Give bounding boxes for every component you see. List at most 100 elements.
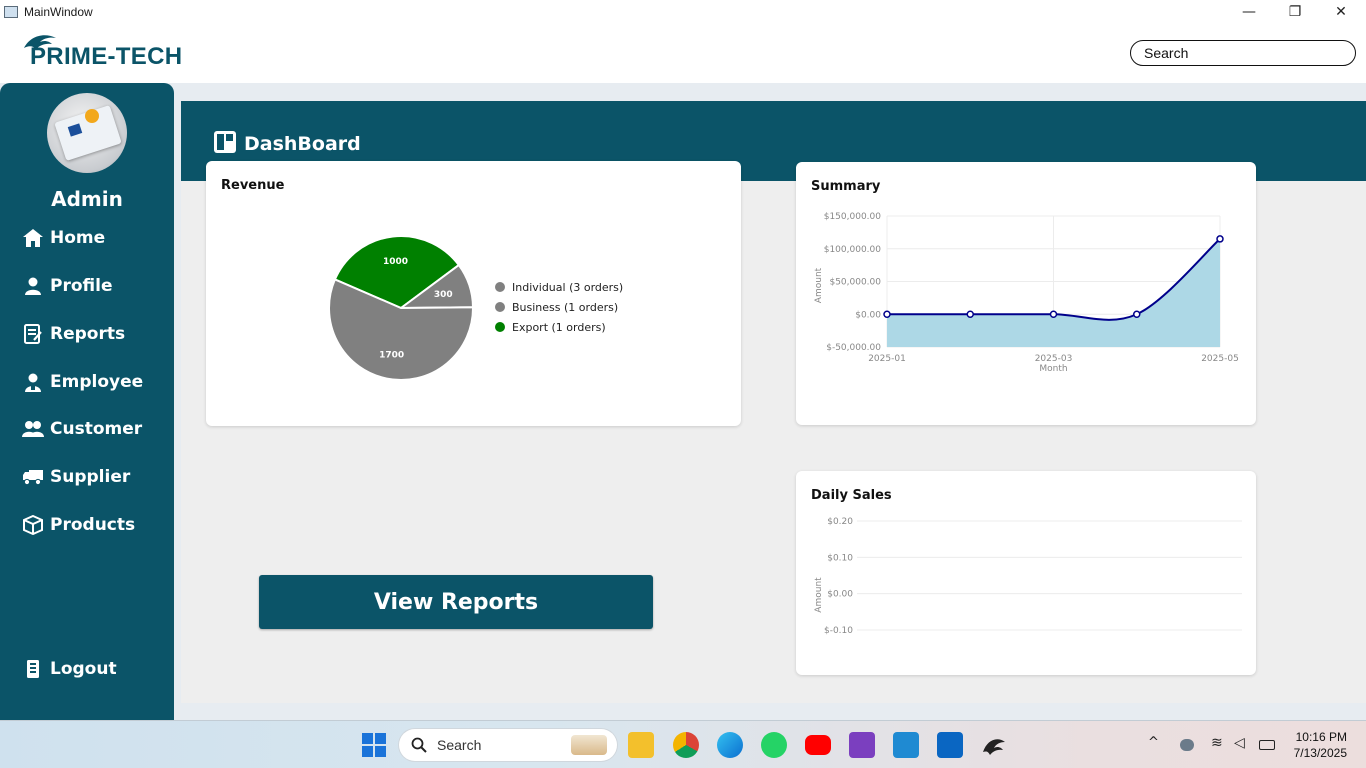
sidebar-item-reports[interactable]: Reports <box>22 319 125 349</box>
sidebar: Admin Home Profile Reports Employee Cust… <box>0 83 174 720</box>
legend-swatch <box>495 302 505 312</box>
start-button[interactable] <box>361 732 387 758</box>
y-tick-label: $0.00 <box>827 590 853 600</box>
sidebar-item-label: Products <box>50 515 136 535</box>
minimize-button[interactable]: — <box>1226 0 1272 23</box>
vscode-icon[interactable] <box>893 732 919 758</box>
pie-data-label: 300 <box>434 290 453 300</box>
tray-chevron-icon[interactable]: ^ <box>1148 735 1159 750</box>
user-name: Admin <box>51 187 123 211</box>
search-input[interactable]: Search <box>1130 40 1356 66</box>
summary-point[interactable] <box>1049 310 1058 318</box>
user-icon <box>22 275 44 297</box>
daily-sales-card: Daily Sales $0.20 $0.10 $0.00 $-0.10 Amount <box>796 471 1256 675</box>
legend-entry: Individual (3 orders) <box>512 281 623 294</box>
sidebar-item-label: Supplier <box>50 467 131 487</box>
y-tick-label: $-0.10 <box>824 626 853 636</box>
daily-sales-chart: $0.20 $0.10 $0.00 $-0.10 Amount <box>814 517 1242 636</box>
x-tick-label: 2025-05 <box>1201 354 1239 364</box>
logout-button[interactable]: Logout <box>22 654 117 684</box>
sidebar-item-label: Reports <box>50 324 126 344</box>
sidebar-item-profile[interactable]: Profile <box>22 271 112 301</box>
search-highlight-image <box>571 735 607 755</box>
battery-icon[interactable] <box>1259 740 1275 750</box>
wifi-icon[interactable]: ≋ <box>1211 735 1223 751</box>
view-reports-button[interactable]: View Reports <box>259 575 653 629</box>
window-title: MainWindow <box>24 4 93 19</box>
y-tick-label: $0.00 <box>855 310 881 320</box>
y-tick-label: $150,000.00 <box>824 212 882 222</box>
taskbar-search[interactable]: Search <box>399 729 617 761</box>
legend-swatch <box>495 322 505 332</box>
truck-icon <box>22 466 44 488</box>
file-explorer-icon[interactable] <box>628 732 654 758</box>
brand-name: PRIME-TECH <box>30 43 183 70</box>
legend-entry: Business (1 orders) <box>512 301 618 314</box>
y-tick-label: $0.20 <box>827 517 853 527</box>
x-tick-label: 2025-01 <box>868 354 906 364</box>
onedrive-icon[interactable] <box>1180 739 1194 751</box>
clock-date: 7/13/2025 <box>1293 746 1347 760</box>
summary-point[interactable] <box>883 310 891 318</box>
pie-data-label: 1000 <box>383 257 408 267</box>
avatar <box>47 93 127 173</box>
legend-swatch <box>495 282 505 292</box>
summary-point[interactable] <box>1216 235 1224 243</box>
window-title-bar: MainWindow — ❐ ✕ <box>0 0 1366 23</box>
taskbar-search-label: Search <box>437 737 482 753</box>
summary-line-chart: $150,000.00 $100,000.00 $50,000.00 $0.00 $-5… <box>814 212 1239 374</box>
taskbar: Search ^ ≋ ◁ 10:16 PM 7/13/2025 <box>0 720 1366 768</box>
visual-studio-icon[interactable] <box>849 732 875 758</box>
customers-icon <box>22 418 44 440</box>
system-clock[interactable]: 10:16 PM 7/13/2025 <box>1294 729 1347 761</box>
edge-icon[interactable] <box>717 732 743 758</box>
sidebar-item-supplier[interactable]: Supplier <box>22 462 130 492</box>
pie-data-label: 1700 <box>379 351 404 361</box>
sidebar-item-label: Customer <box>50 419 143 439</box>
box-icon <box>22 514 44 536</box>
page-title: DashBoard <box>244 133 361 155</box>
x-axis-label: Month <box>1039 364 1067 374</box>
report-icon <box>22 323 44 345</box>
sidebar-item-employee[interactable]: Employee <box>22 367 143 397</box>
logout-label: Logout <box>50 659 117 679</box>
main-content: DashBoard Revenue 1000 300 1700 Individual … <box>174 83 1366 720</box>
whatsapp-icon[interactable] <box>761 732 787 758</box>
y-tick-label: $50,000.00 <box>829 278 881 288</box>
maximize-button[interactable]: ❐ <box>1272 0 1318 23</box>
clock-time: 10:16 PM <box>1295 730 1347 744</box>
y-tick-label: $100,000.00 <box>824 245 882 255</box>
revenue-pie-chart: 1000 300 1700 Individual (3 orders) Business… <box>328 235 623 381</box>
summary-point[interactable] <box>966 310 974 318</box>
summary-card: Summary $150,000.00 $100,000.00 $50,000.00… <box>796 162 1256 425</box>
search-icon <box>411 737 427 753</box>
linkedin-icon[interactable] <box>937 732 963 758</box>
sidebar-item-products[interactable]: Products <box>22 510 135 540</box>
summary-point[interactable] <box>1133 310 1141 318</box>
logout-icon <box>22 658 44 680</box>
dolphin-app-icon[interactable] <box>981 732 1007 758</box>
youtube-icon[interactable] <box>805 735 831 755</box>
home-icon <box>22 227 44 249</box>
y-axis-label: Amount <box>814 577 824 613</box>
sidebar-item-label: Employee <box>50 372 144 392</box>
brand-logo: PRIME-TECH <box>22 30 192 76</box>
app-window-icon <box>4 5 18 18</box>
sidebar-item-label: Profile <box>50 276 113 296</box>
employee-icon <box>22 371 44 393</box>
volume-icon[interactable]: ◁ <box>1234 735 1245 751</box>
app-header: PRIME-TECH Search <box>0 23 1366 83</box>
dashboard-heading: DashBoard <box>214 131 361 157</box>
sidebar-item-customer[interactable]: Customer <box>22 414 142 444</box>
avatar-sun <box>85 109 99 123</box>
sidebar-item-label: Home <box>50 228 106 248</box>
y-axis-label: Amount <box>814 267 824 303</box>
close-button[interactable]: ✕ <box>1318 0 1364 23</box>
chrome-icon[interactable] <box>673 732 699 758</box>
revenue-card: Revenue 1000 300 1700 Individual (3 orders)… <box>206 161 741 426</box>
y-tick-label: $-50,000.00 <box>826 343 881 353</box>
dashboard-icon <box>214 131 236 157</box>
x-tick-label: 2025-03 <box>1035 354 1073 364</box>
sidebar-item-home[interactable]: Home <box>22 223 105 253</box>
legend-entry: Export (1 orders) <box>512 321 606 334</box>
